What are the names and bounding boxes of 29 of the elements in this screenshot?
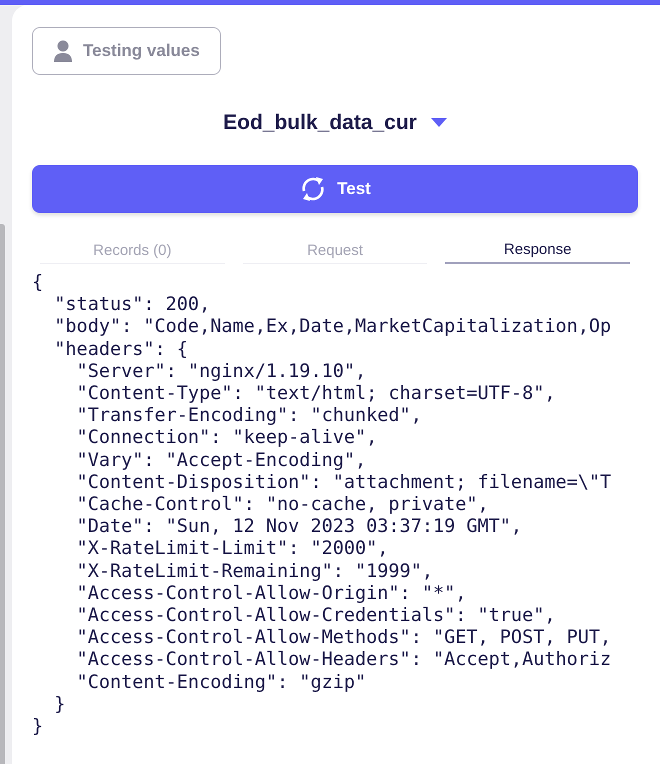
tab[interactable]: Records (0): [40, 239, 225, 264]
code-line: "Vary": "Accept-Encoding",: [76, 450, 368, 472]
code-line: "Date": "Sun, 12 Nov 2023 03:37:19 GMT",: [76, 516, 524, 538]
testing-values-button[interactable]: Testing values: [32, 27, 221, 75]
code-line: "Content-Disposition": "attachment; filename=\"T: [76, 472, 612, 494]
code-line: "Access-Control-Allow-Headers": "Accept,Authoriz: [76, 649, 612, 672]
tab[interactable]: Request: [242, 239, 428, 264]
code-line: "X-RateLimit-Remaining": "1999",: [76, 560, 434, 583]
person-icon: [53, 40, 73, 62]
dataset-title: Eod_bulk_data_cur: [223, 111, 417, 135]
code-line: "Content-Type": "text/html; charset=UTF-8",: [76, 383, 556, 406]
code-line: "Connection": "keep-alive",: [76, 427, 378, 450]
code-line: "status": 200,: [53, 294, 212, 316]
dropdown-caret-icon[interactable]: [430, 118, 447, 128]
code-line: "headers": {: [53, 338, 189, 361]
test-button[interactable]: Test: [32, 165, 638, 213]
code-line: {: [32, 272, 44, 294]
code-line: "Transfer-Encoding": "chunked",: [76, 405, 423, 428]
code-line: "Server": "nginx/1.19.10",: [76, 360, 368, 384]
code-line: }: [32, 716, 44, 738]
code-line: "Access-Control-Allow-Origin": "*",: [76, 582, 468, 606]
code-line: }: [53, 694, 66, 716]
code-line: "Access-Control-Allow-Methods": "GET, POST, PUT,: [76, 627, 612, 650]
code-line: "Content-Encoding": "gzip": [76, 672, 368, 694]
code-line: "body": "Code,Name,Ex,Date,MarketCapitalization,Op: [53, 316, 612, 339]
code-line: "Access-Control-Allow-Credentials": "true",: [76, 605, 556, 628]
code-line: "X-RateLimit-Limit": "2000",: [76, 538, 390, 561]
tab[interactable]: Response: [445, 239, 630, 264]
code-line: "Cache-Control": "no-cache, private",: [76, 494, 490, 516]
